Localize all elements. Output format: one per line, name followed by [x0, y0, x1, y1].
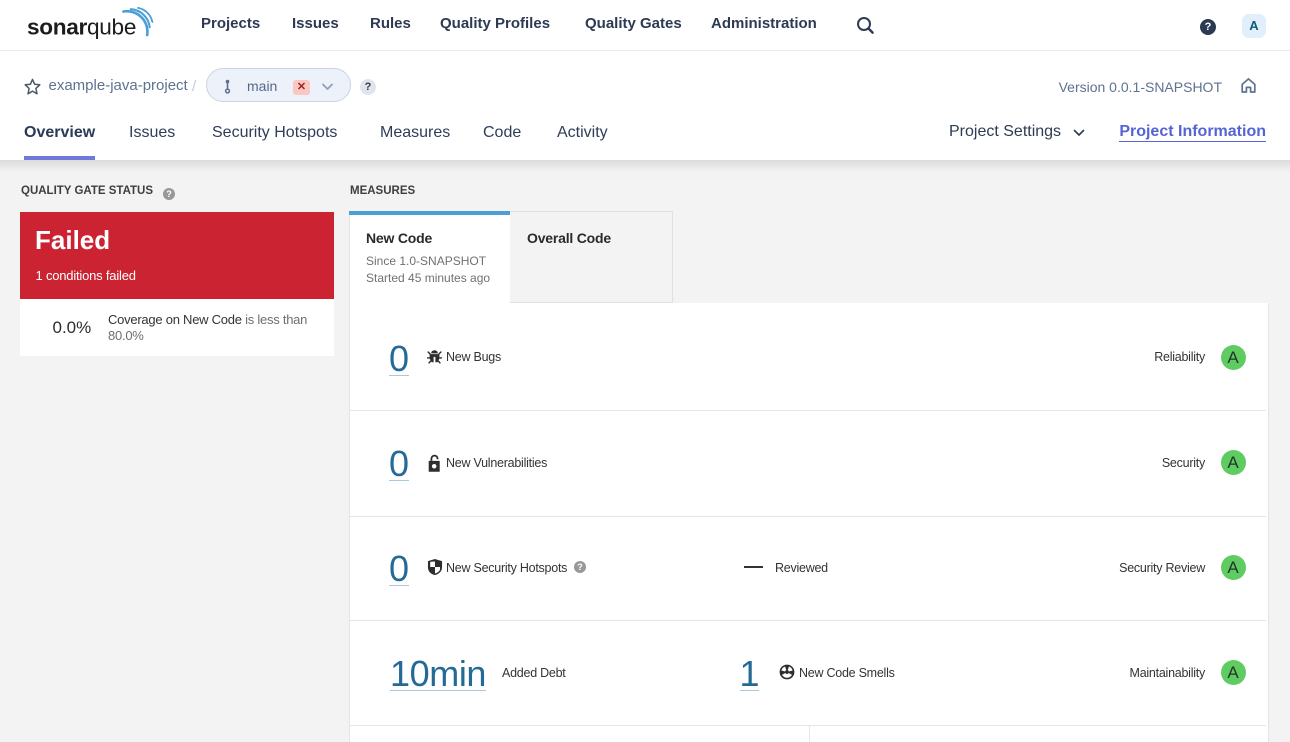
svg-text:sonarqube: sonarqube — [27, 15, 136, 40]
